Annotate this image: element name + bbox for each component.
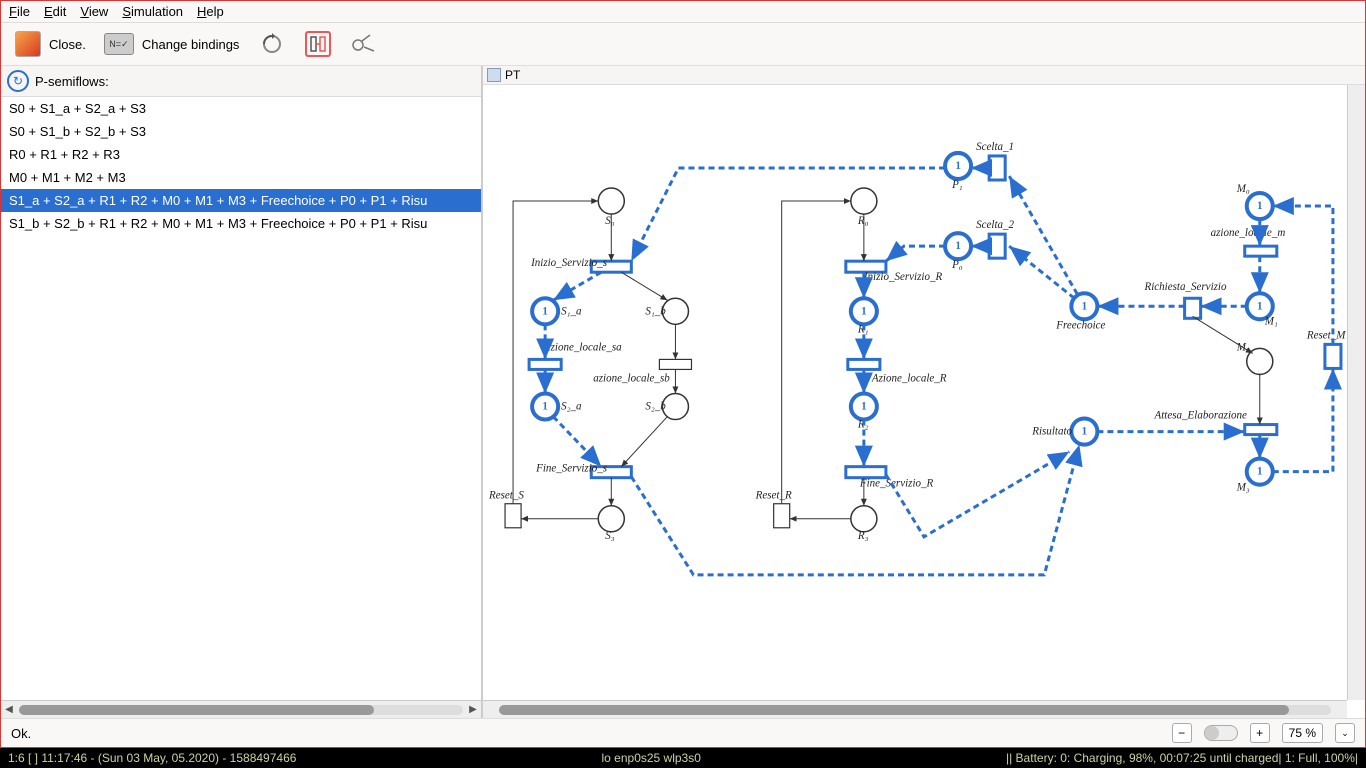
svg-text:Richiesta_Servizio: Richiesta_Servizio (1144, 281, 1227, 293)
petri-net-canvas[interactable]: S₀ Inizio_Servizio_s 1 S₁_a S₁_b azione_l… (483, 85, 1365, 718)
swap-icon[interactable] (305, 31, 331, 57)
svg-text:M₁: M₁ (1264, 315, 1278, 327)
svg-text:Fine_Servizio_R: Fine_Servizio_R (859, 478, 934, 490)
svg-text:S₂_a: S₂_a (561, 401, 582, 413)
svg-text:Azione_locale_R: Azione_locale_R (871, 372, 947, 384)
svg-text:1: 1 (861, 305, 867, 317)
svg-text:Inizio_Servizio_R: Inizio_Servizio_R (863, 271, 943, 283)
document-icon (487, 68, 501, 82)
list-item[interactable]: S0 + S1_a + S2_a + S3 (1, 97, 481, 120)
close-icon (15, 31, 41, 57)
svg-text:S₁_b: S₁_b (645, 305, 666, 317)
sysbar-right: || Battery: 0: Charging, 98%, 00:07:25 u… (1006, 751, 1358, 765)
svg-text:1: 1 (1257, 300, 1263, 312)
menu-help[interactable]: Help (197, 4, 224, 19)
svg-text:P₀: P₀ (951, 259, 963, 271)
zoom-value: 75 % (1289, 726, 1316, 740)
refresh-icon[interactable] (257, 33, 287, 55)
svg-text:1: 1 (1257, 466, 1263, 478)
svg-text:Reset_S: Reset_S (488, 490, 524, 502)
list-item[interactable]: S1_a + S2_a + R1 + R2 + M0 + M1 + M3 + F… (1, 189, 481, 212)
svg-text:Scelta_1: Scelta_1 (976, 141, 1014, 153)
list-item[interactable]: S0 + S1_b + S2_b + S3 (1, 120, 481, 143)
list-item[interactable]: M0 + M1 + M2 + M3 (1, 166, 481, 189)
menu-edit[interactable]: Edit (44, 4, 66, 19)
svg-text:P₁: P₁ (951, 179, 963, 191)
left-h-scrollbar[interactable]: ◀ ▶ (1, 700, 481, 718)
svg-text:1: 1 (955, 160, 961, 172)
zoom-controls: − + 75 % ⌄ (1172, 723, 1355, 743)
svg-text:Reset_R: Reset_R (755, 490, 792, 502)
scroll-right-icon[interactable]: ▶ (465, 704, 481, 715)
menubar: File Edit View Simulation Help (1, 1, 1365, 23)
svg-text:Fine_Servizio_s: Fine_Servizio_s (535, 463, 607, 475)
list-item[interactable]: S1_b + S2_b + R1 + R2 + M0 + M1 + M3 + F… (1, 212, 481, 235)
tab-pt[interactable]: PT (505, 68, 520, 82)
svg-text:Reset_M: Reset_M (1306, 329, 1346, 341)
right-pane: PT S₀ Inizio_Servizio_s 1 S₁_a S₁_b azion… (483, 66, 1365, 718)
svg-text:S₁_a: S₁_a (561, 305, 582, 317)
change-bindings-label: Change bindings (142, 37, 240, 52)
canvas-h-scrollbar[interactable] (483, 700, 1347, 718)
left-pane-header: ↻ P-semiflows: (1, 66, 481, 97)
canvas-v-scrollbar[interactable] (1347, 85, 1365, 700)
measure-icon[interactable] (349, 33, 379, 55)
main-area: ↻ P-semiflows: S0 + S1_a + S2_a + S3S0 +… (1, 66, 1365, 718)
svg-text:Risultato: Risultato (1031, 426, 1072, 438)
close-label: Close. (49, 37, 86, 52)
svg-text:Attesa_Elaborazione: Attesa_Elaborazione (1154, 410, 1248, 422)
svg-text:1: 1 (542, 401, 548, 413)
bindings-icon: N=✓ (104, 33, 134, 55)
app-window: File Edit View Simulation Help Close. N=… (0, 0, 1366, 748)
tab-bar: PT (483, 66, 1365, 85)
toolbar: Close. N=✓ Change bindings (1, 23, 1365, 66)
left-pane-title: P-semiflows: (35, 74, 109, 89)
statusbar: Ok. − + 75 % ⌄ (1, 718, 1365, 747)
svg-text:R₃: R₃ (857, 530, 869, 542)
svg-text:M₀: M₀ (1236, 183, 1250, 195)
close-button[interactable]: Close. (15, 31, 86, 57)
system-bar: 1:6 [ ] 11:17:46 - (Sun 03 May, 05.2020)… (0, 748, 1366, 768)
svg-text:1: 1 (955, 240, 961, 252)
zoom-dropdown[interactable]: ⌄ (1335, 723, 1355, 743)
sysbar-mid: lo enp0s25 wlp3s0 (316, 751, 986, 765)
left-pane: ↻ P-semiflows: S0 + S1_a + S2_a + S3S0 +… (1, 66, 483, 718)
svg-text:1: 1 (542, 305, 548, 317)
change-bindings-button[interactable]: N=✓ Change bindings (104, 33, 240, 55)
svg-text:S₀: S₀ (605, 215, 615, 227)
svg-text:Freechoice: Freechoice (1055, 319, 1105, 331)
semiflow-icon: ↻ (7, 70, 29, 92)
list-item[interactable]: R0 + R1 + R2 + R3 (1, 143, 481, 166)
menu-simulation[interactable]: Simulation (122, 4, 183, 19)
status-text: Ok. (11, 726, 31, 741)
svg-text:Inizio_Servizio_s: Inizio_Servizio_s (530, 257, 607, 269)
svg-text:S₃: S₃ (605, 530, 615, 542)
scroll-left-icon[interactable]: ◀ (1, 704, 17, 715)
svg-text:azione_locale_sb: azione_locale_sb (593, 372, 670, 384)
zoom-toggle[interactable] (1204, 725, 1238, 741)
menu-view[interactable]: View (80, 4, 108, 19)
zoom-in-button[interactable]: + (1250, 723, 1270, 743)
svg-text:S₂_b: S₂_b (645, 401, 666, 413)
zoom-out-button[interactable]: − (1172, 723, 1192, 743)
canvas-area[interactable]: S₀ Inizio_Servizio_s 1 S₁_a S₁_b azione_l… (483, 85, 1365, 718)
svg-text:1: 1 (1082, 426, 1088, 438)
zoom-select[interactable]: 75 % (1282, 723, 1323, 743)
svg-text:Scelta_2: Scelta_2 (976, 219, 1014, 231)
svg-text:1: 1 (1082, 300, 1088, 312)
svg-text:1: 1 (1257, 200, 1263, 212)
svg-text:azione_locale_m: azione_locale_m (1211, 227, 1286, 239)
sysbar-left: 1:6 [ ] 11:17:46 - (Sun 03 May, 05.2020)… (8, 751, 296, 765)
semiflow-list[interactable]: S0 + S1_a + S2_a + S3S0 + S1_b + S2_b + … (1, 97, 481, 700)
svg-text:R₀: R₀ (857, 215, 869, 227)
svg-text:M₃: M₃ (1236, 482, 1250, 494)
svg-text:1: 1 (861, 401, 867, 413)
menu-file[interactable]: File (9, 4, 30, 19)
svg-text:azione_locale_sa: azione_locale_sa (545, 341, 622, 353)
